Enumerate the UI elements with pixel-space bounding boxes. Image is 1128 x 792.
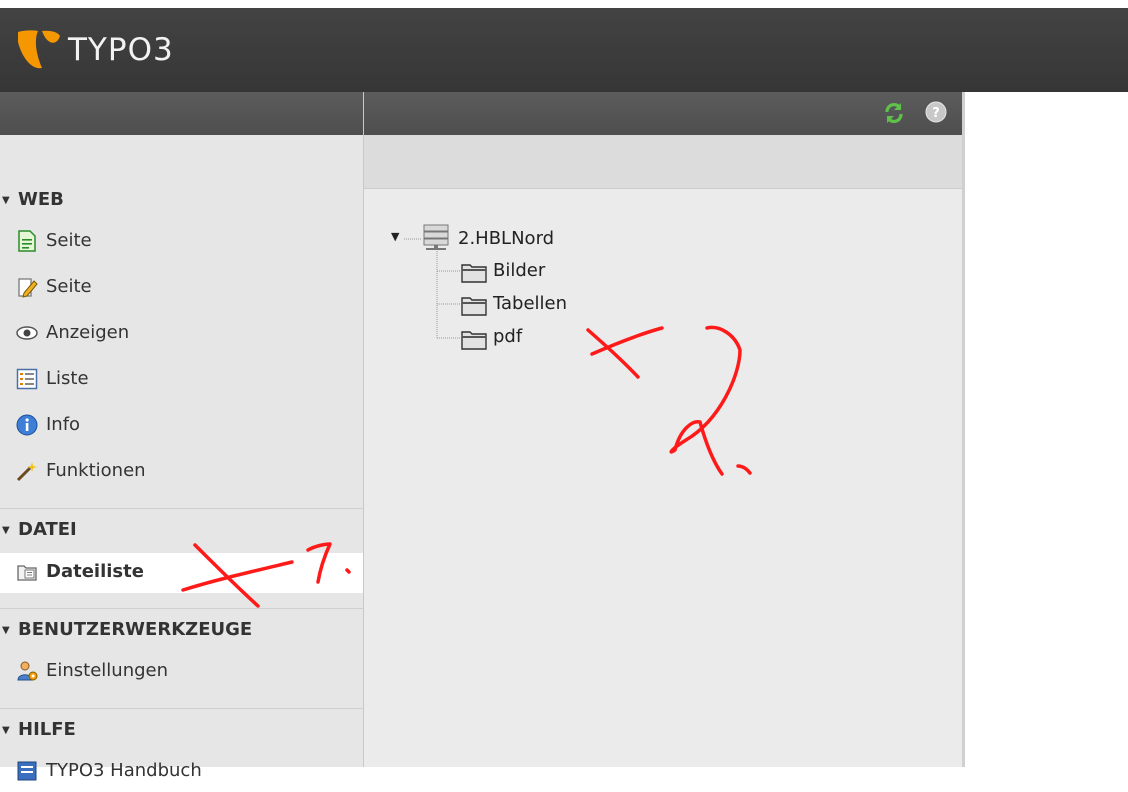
typo3-logo-icon[interactable] [14, 28, 64, 74]
module-item-info[interactable]: Info [0, 406, 363, 446]
module-group-benutzer-label: BENUTZERWERKZEUGE [18, 619, 253, 640]
module-group-datei[interactable]: ▼ DATEI [0, 516, 363, 546]
module-item-label: Anzeigen [46, 322, 130, 343]
page-edit-icon [18, 278, 38, 298]
collapse-triangle-icon: ▼ [2, 525, 10, 536]
tree-folder-pdf[interactable]: pdf [493, 326, 522, 347]
module-item-liste[interactable]: Liste [0, 360, 363, 400]
module-menu-header [0, 92, 363, 135]
tree-expand-toggle-icon[interactable]: ▼ [391, 230, 399, 243]
module-item-seite[interactable]: Seite [0, 222, 363, 262]
module-item-einstellungen[interactable]: Einstellungen [0, 652, 363, 692]
list-icon [16, 368, 38, 390]
module-item-seite-edit[interactable]: Seite [0, 268, 363, 308]
module-item-label: Info [46, 414, 81, 435]
module-item-label: Dateiliste [46, 561, 144, 582]
wand-icon [16, 462, 37, 482]
divider [0, 608, 363, 609]
divider [0, 508, 363, 509]
tree-root-label[interactable]: 2.HBLNord [458, 228, 554, 249]
module-item-funktionen[interactable]: Funktionen [0, 452, 363, 492]
module-menu: ▼ WEB Seite Seite Anzeigen Liste Info Fu… [0, 92, 364, 781]
module-item-anzeigen[interactable]: Anzeigen [0, 314, 363, 354]
tree-connector-lines [404, 238, 460, 339]
module-group-datei-label: DATEI [18, 519, 77, 540]
module-item-label: Seite [46, 276, 92, 297]
content-pane [965, 92, 1128, 767]
tree-folder-bilder[interactable]: Bilder [493, 260, 545, 281]
eye-icon [16, 326, 38, 340]
folder-tree-pane: ? ▼ 2.HBLNord Bilder Tabellen pdf [364, 92, 965, 767]
top-bar-background: TYPO3 [0, 8, 1128, 92]
folder-icon [461, 297, 487, 316]
module-group-hilfe[interactable]: ▼ HILFE [0, 716, 363, 746]
module-item-handbuch[interactable]: TYPO3 Handbuch [0, 752, 363, 792]
module-group-benutzerwerkzeuge[interactable]: ▼ BENUTZERWERKZEUGE [0, 616, 363, 646]
manual-icon [17, 761, 37, 781]
tree-folder-tabellen[interactable]: Tabellen [493, 293, 567, 314]
module-item-label: Liste [46, 368, 89, 389]
filelist-icon [17, 565, 37, 581]
module-group-web[interactable]: ▼ WEB [0, 186, 363, 216]
module-item-label: Einstellungen [46, 660, 169, 681]
brand-title[interactable]: TYPO3 [68, 32, 174, 68]
user-settings-icon [17, 661, 38, 681]
module-item-label: Funktionen [46, 460, 146, 481]
collapse-triangle-icon: ▼ [2, 195, 10, 206]
info-icon [16, 414, 38, 436]
module-item-label: Seite [46, 230, 92, 251]
module-group-hilfe-label: HILFE [18, 719, 76, 740]
divider [0, 708, 363, 709]
folder-icon [461, 331, 487, 350]
module-item-label: TYPO3 Handbuch [46, 760, 202, 781]
module-group-web-label: WEB [18, 189, 64, 210]
collapse-triangle-icon: ▼ [2, 625, 10, 636]
top-bar: TYPO3 [0, 0, 1128, 92]
collapse-triangle-icon: ▼ [2, 725, 10, 736]
page-icon [18, 230, 36, 252]
storage-icon [423, 224, 449, 250]
module-item-dateiliste[interactable]: Dateiliste [0, 553, 363, 593]
folder-icon [461, 264, 487, 283]
